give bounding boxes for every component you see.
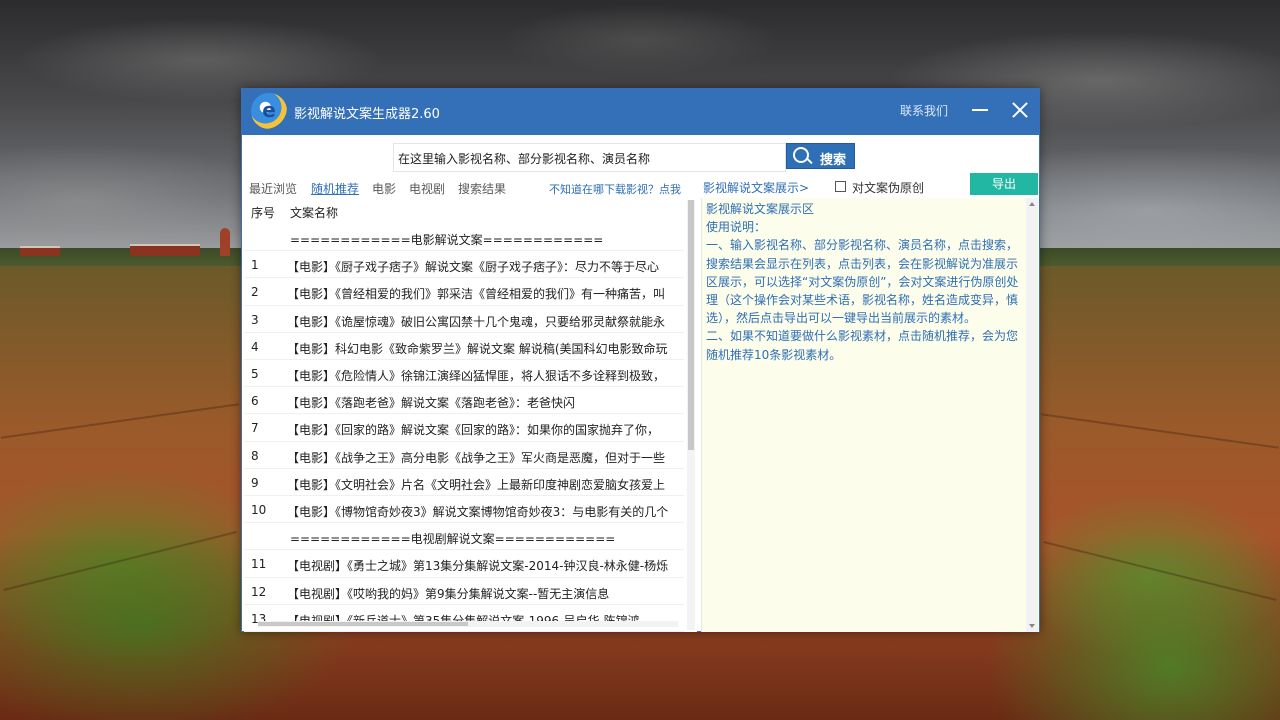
list-item[interactable]: 4 【电影】科幻电影《致命紫罗兰》解说文案 解说稿(美国科幻电影致命玩 xyxy=(244,333,684,360)
row-title: 【电影】《回家的路》解说文案《回家的路》：如果你的国家抛弃了你， xyxy=(287,423,660,438)
list-item[interactable]: 13 【电视剧】《新兵道士》第35集分集解说文案-1996-吴启华-陈锦鸿 xyxy=(244,605,684,632)
scrollbar-thumb[interactable] xyxy=(688,200,694,450)
row-number: 10 xyxy=(251,503,267,517)
list-item[interactable]: 12 【电视剧】《哎哟我的妈》第9集分集解说文案--暂无主演信息 xyxy=(244,578,684,605)
row-number: 11 xyxy=(251,557,267,572)
list-item[interactable]: 2 【电影】《曾经相爱的我们》郭采洁《曾经相爱的我们》有一种痛苦，叫 xyxy=(244,278,684,306)
row-number: 12 xyxy=(251,584,267,599)
wallpaper-barn xyxy=(20,246,60,256)
row-title: 【电视剧】《哎哟我的妈》第9集分集解说文案--暂无主演信息 xyxy=(287,586,610,601)
search-input[interactable] xyxy=(398,148,778,168)
tab-tv-series[interactable]: 电视剧 xyxy=(409,180,445,197)
row-title: ============电视剧解说文案============ xyxy=(290,532,616,547)
list-vertical-scrollbar[interactable] xyxy=(687,200,695,630)
showcase-line: 一、输入影视名称、部分影视名称、演员名称，点击搜索，搜索结果会显示在列表，点击列… xyxy=(706,238,1019,326)
list-item[interactable]: 3 【电影】《诡屋惊魂》破旧公寓囚禁十几个鬼魂，只要给邪灵献祭就能永 xyxy=(244,306,684,333)
minimize-icon[interactable] xyxy=(968,97,994,123)
window-title: 影视解说文案生成器2.60 xyxy=(294,107,440,122)
wallpaper-silo xyxy=(220,228,230,256)
search-box xyxy=(393,143,786,172)
list-item[interactable]: 8 【电影】《战争之王》高分电影《战争之王》军火商是恶魔，但对于一些 xyxy=(244,442,684,469)
list-item[interactable]: 11 【电视剧】《勇士之城》第13集分集解说文案-2014-钟汉良-林永健-杨烁 xyxy=(244,550,684,578)
search-icon-handle xyxy=(806,157,813,165)
download-help-link[interactable]: 不知道在哪下载影视？点我! xyxy=(549,181,681,197)
row-title: 【电视剧】《勇士之城》第13集分集解说文案-2014-钟汉良-林永健-杨烁 xyxy=(287,559,669,574)
row-number: 8 xyxy=(251,448,259,463)
list-item[interactable]: 10 【电影】《博物馆奇妙夜3》解说文案博物馆奇妙夜3：与电影有关的几个 xyxy=(244,496,684,524)
list-item[interactable]: 9 【电影】《文明社会》片名《文明社会》上最新印度神剧恋爱脑女孩爱上 xyxy=(244,469,684,496)
tab-movie[interactable]: 电影 xyxy=(372,180,396,197)
wallpaper-barn xyxy=(130,244,200,256)
close-icon[interactable] xyxy=(1007,97,1033,123)
tab-search-results[interactable]: 搜索结果 xyxy=(458,180,506,197)
row-number: 1 xyxy=(251,258,259,273)
tab-recent[interactable]: 最近浏览 xyxy=(249,180,297,197)
list-header: 序号 文案名称 xyxy=(244,198,684,224)
contact-us-link[interactable]: 联系我们 xyxy=(900,102,948,119)
search-button-label: 搜索 xyxy=(820,153,847,168)
app-window: e 影视解说文案生成器2.60 联系我们 搜索 最近浏览 随机推荐 电影 电视剧… xyxy=(241,88,1040,632)
tab-random[interactable]: 随机推荐 xyxy=(311,180,359,197)
showcase-link[interactable]: 影视解说文案展示> xyxy=(703,179,809,196)
export-button[interactable]: 导出 xyxy=(970,173,1038,195)
showcase-panel[interactable]: 影视解说文案展示区 使用说明： 一、输入影视名称、部分影视名称、演员名称，点击搜… xyxy=(701,198,1039,632)
row-title: 【电影】《厨子戏子痞子》解说文案《厨子戏子痞子》：尽力不等于尽心 xyxy=(287,260,660,275)
app-logo-icon: e xyxy=(251,93,287,129)
showcase-line: 二、如果不知道要做什么影视素材，点击随机推荐，会为您随机推荐10条影视素材。 xyxy=(706,329,1019,362)
row-number: 9 xyxy=(251,475,259,490)
row-title: 【电影】《文明社会》片名《文明社会》上最新印度神剧恋爱脑女孩爱上 xyxy=(287,477,666,492)
search-button[interactable]: 搜索 xyxy=(786,143,855,169)
row-number: 7 xyxy=(251,421,259,436)
row-title: 【电影】科幻电影《致命紫罗兰》解说文案 解说稿(美国科幻电影致命玩 xyxy=(287,341,668,356)
script-list[interactable]: 序号 文案名称 ============电影解说文案============ 1… xyxy=(244,198,697,632)
column-header-no: 序号 xyxy=(251,206,276,220)
pseudo-original-label: 对文案伪原创 xyxy=(852,181,925,195)
showcase-title: 影视解说文案展示区 xyxy=(706,202,815,216)
list-separator: ============电影解说文案============ xyxy=(244,224,684,252)
row-title: 【电影】《博物馆奇妙夜3》解说文案博物馆奇妙夜3：与电影有关的几个 xyxy=(287,505,669,519)
scroll-down-icon[interactable] xyxy=(1029,624,1035,628)
list-item[interactable]: 7 【电影】《回家的路》解说文案《回家的路》：如果你的国家抛弃了你， xyxy=(244,414,684,442)
row-title: 【电影】《战争之王》高分电影《战争之王》军火商是恶魔，但对于一些 xyxy=(287,450,666,465)
list-item[interactable]: 1 【电影】《厨子戏子痞子》解说文案《厨子戏子痞子》：尽力不等于尽心 xyxy=(244,251,684,279)
list-item[interactable]: 5 【电影】《危险情人》徐锦江演绎凶猛悍匪，将人狠话不多诠释到极致， xyxy=(244,360,684,388)
list-horizontal-scrollbar[interactable] xyxy=(258,621,678,627)
scroll-up-icon[interactable] xyxy=(1029,202,1035,206)
row-title: ============电影解说文案============ xyxy=(290,233,604,247)
showcase-line: 使用说明： xyxy=(706,220,767,235)
row-number: 3 xyxy=(251,312,259,327)
showcase-text: 影视解说文案展示区 使用说明： 一、输入影视名称、部分影视名称、演员名称，点击搜… xyxy=(706,200,1024,364)
row-number: 2 xyxy=(251,285,259,300)
scrollbar-thumb[interactable] xyxy=(258,622,468,626)
title-bar[interactable]: e 影视解说文案生成器2.60 联系我们 xyxy=(242,89,1039,135)
row-title: 【电影】《曾经相爱的我们》郭采洁《曾经相爱的我们》有一种痛苦，叫 xyxy=(287,287,666,302)
row-number: 4 xyxy=(251,339,259,354)
row-title: 【电影】《危险情人》徐锦江演绎凶猛悍匪，将人狠话不多诠释到极致， xyxy=(287,369,666,383)
row-number: 5 xyxy=(251,367,259,381)
pseudo-original-checkbox[interactable] xyxy=(835,181,846,192)
row-title: 【电影】《诡屋惊魂》破旧公寓囚禁十几个鬼魂，只要给邪灵献祭就能永 xyxy=(287,314,666,329)
list-item[interactable]: 6 【电影】《落跑老爸》解说文案《落跑老爸》：老爸快闪 xyxy=(244,387,684,415)
row-title: 【电影】《落跑老爸》解说文案《落跑老爸》：老爸快闪 xyxy=(287,396,576,411)
row-number: 6 xyxy=(251,394,259,409)
column-header-name: 文案名称 xyxy=(290,206,339,220)
showcase-scrollbar[interactable] xyxy=(1026,198,1038,632)
logo-letter: e xyxy=(262,98,276,122)
list-separator: ============电视剧解说文案============ xyxy=(244,523,684,551)
search-icon xyxy=(793,147,809,163)
